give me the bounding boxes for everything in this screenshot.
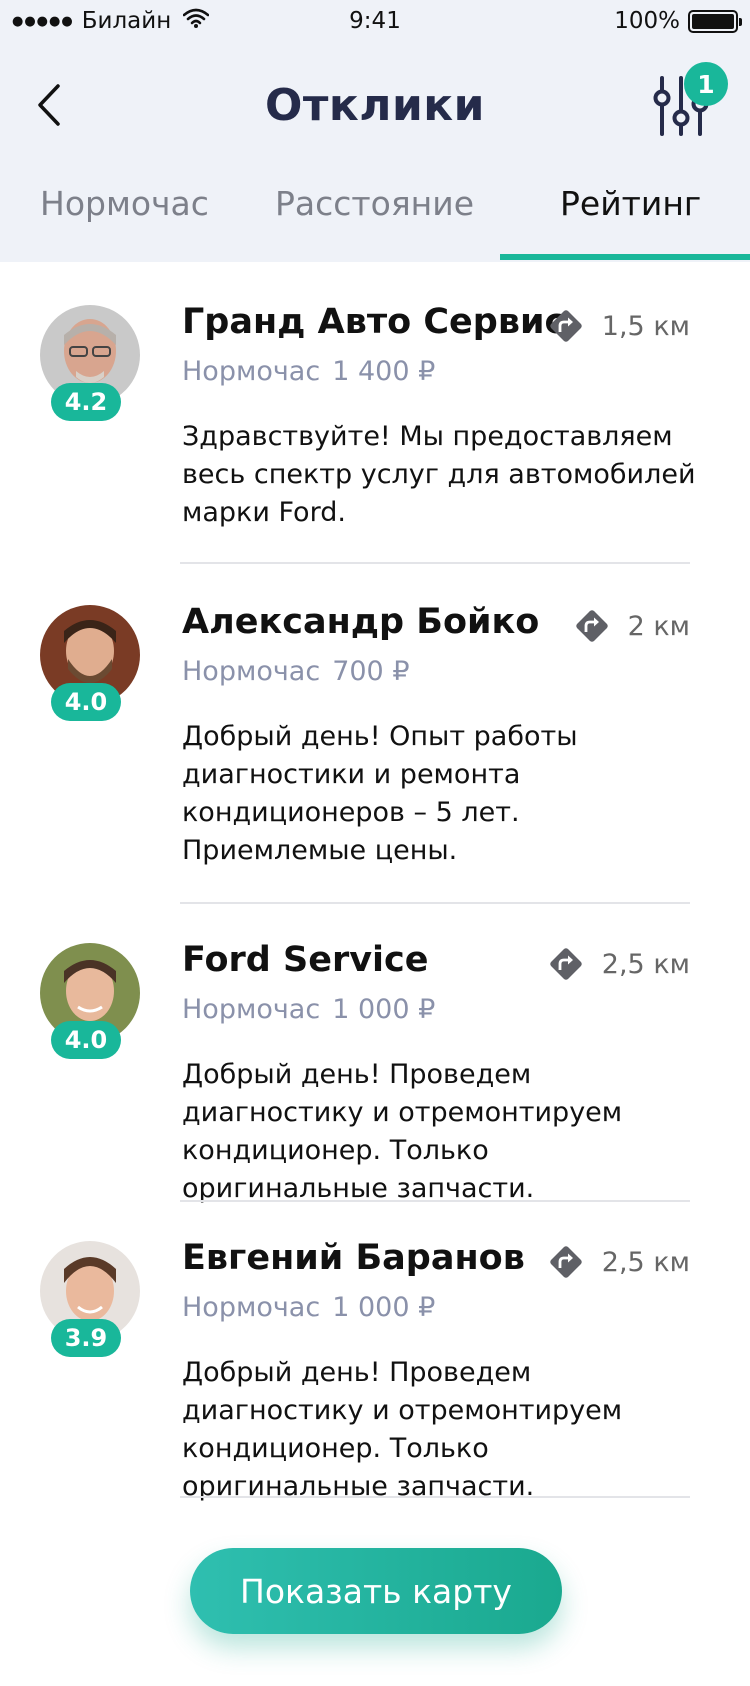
avatar-block: 4.2 <box>40 305 140 425</box>
hourly-rate: Нормочас 700 ₽ <box>182 656 410 687</box>
route-icon <box>550 1246 582 1278</box>
tab-distance[interactable]: Расстояние <box>275 184 474 223</box>
route-icon <box>575 610 608 642</box>
provider-name: Евгений Баранов <box>182 1238 525 1278</box>
rate-label: Нормочас <box>182 994 321 1025</box>
rate-value: 700 ₽ <box>332 656 410 687</box>
response-text: Здравствуйте! Мы предоставляем весь спек… <box>182 421 696 528</box>
header: ●●●●● Билайн 9:41 100% Отклики 1 Нормоча… <box>0 0 750 262</box>
status-bar: ●●●●● Билайн 9:41 100% <box>0 0 750 44</box>
rate-value: 1 000 ₽ <box>332 1292 436 1323</box>
distance-value: 2 км <box>627 610 690 642</box>
tab-rating[interactable]: Рейтинг <box>560 184 701 223</box>
avatar-block: 4.0 <box>40 605 140 725</box>
nav-bar: Отклики 1 <box>0 60 750 150</box>
battery-icon <box>688 9 742 33</box>
response-card[interactable]: 4.0 Ford Service 2,5 км Нормочас 1 000 ₽ … <box>0 900 750 1204</box>
rate-label: Нормочас <box>182 656 321 687</box>
hourly-rate: Нормочас 1 400 ₽ <box>182 356 435 387</box>
provider-name: Ford Service <box>182 940 429 980</box>
response-card[interactable]: 4.2 Гранд Авто Сервис 1,5 км Нормочас 1 4… <box>0 262 750 564</box>
distance-value: 1,5 км <box>601 310 690 342</box>
rating-badge: 4.0 <box>51 683 121 721</box>
route-icon <box>550 948 582 980</box>
divider <box>180 1496 690 1498</box>
avatar-block: 3.9 <box>40 1241 140 1361</box>
hourly-rate: Нормочас 1 000 ₽ <box>182 1292 435 1323</box>
rate-label: Нормочас <box>182 1292 321 1323</box>
response-card[interactable]: 3.9 Евгений Баранов 2,5 км Нормочас 1 000… <box>0 1198 750 1502</box>
response-text: Добрый день! Проведем диагностику и отре… <box>182 1357 623 1502</box>
response-text: Добрый день! Проведем диагностику и отре… <box>182 1059 623 1204</box>
active-tab-indicator <box>500 254 750 260</box>
sort-tabs: Нормочас Расстояние Рейтинг <box>0 170 750 262</box>
distance: 2,5 км <box>546 944 690 984</box>
distance: 2 км <box>572 606 690 646</box>
page-title: Отклики <box>264 80 486 131</box>
status-right: 100% <box>614 8 742 34</box>
rate-value: 1 400 ₽ <box>332 356 436 387</box>
distance: 2,5 км <box>546 1242 690 1282</box>
response-card[interactable]: 4.0 Александр Бойко 2 км Нормочас 700 ₽ Д… <box>0 562 750 904</box>
battery-percent: 100% <box>614 8 680 34</box>
rate-label: Нормочас <box>182 356 321 387</box>
hourly-rate: Нормочас 1 000 ₽ <box>182 994 435 1025</box>
route-icon <box>550 310 582 342</box>
rating-badge: 3.9 <box>51 1319 121 1357</box>
distance-value: 2,5 км <box>601 948 690 980</box>
tab-rate[interactable]: Нормочас <box>40 184 209 223</box>
distance-value: 2,5 км <box>601 1246 690 1278</box>
provider-name: Гранд Авто Сервис <box>182 302 566 342</box>
provider-name: Александр Бойко <box>182 602 540 642</box>
response-text: Добрый день! Опыт работы диагностики и р… <box>182 721 578 866</box>
filter-count-badge: 1 <box>684 62 728 106</box>
distance: 1,5 км <box>546 306 690 346</box>
rating-badge: 4.2 <box>51 383 121 421</box>
rating-badge: 4.0 <box>51 1021 121 1059</box>
avatar-block: 4.0 <box>40 943 140 1063</box>
rate-value: 1 000 ₽ <box>332 994 436 1025</box>
show-map-button[interactable]: Показать карту <box>190 1548 562 1634</box>
